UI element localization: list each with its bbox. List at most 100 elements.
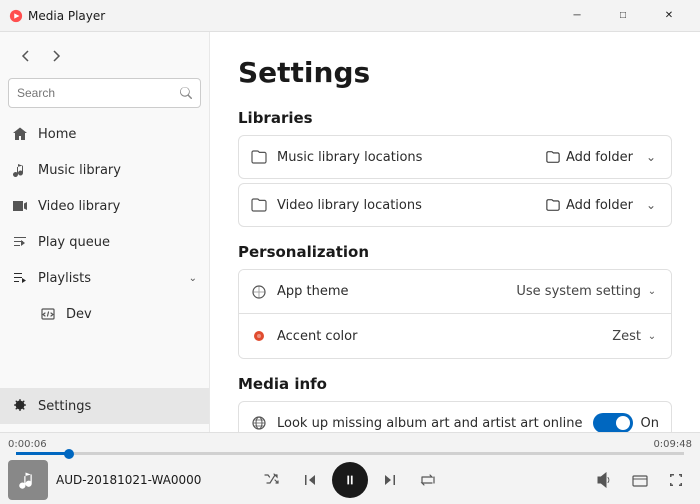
forward-button[interactable] <box>42 42 70 70</box>
app-theme-icon <box>251 284 267 300</box>
volume-icon <box>596 472 612 488</box>
play-pause-button[interactable] <box>332 462 368 498</box>
app-theme-row[interactable]: App theme Use system setting ⌄ <box>239 270 671 314</box>
fullscreen-icon <box>668 472 684 488</box>
app-theme-value-button[interactable]: Use system setting ⌄ <box>516 284 659 299</box>
video-library-locations-icon <box>251 197 267 213</box>
music-library-locations-icon <box>251 149 267 165</box>
titlebar: Media Player ─ □ ✕ <box>0 0 700 32</box>
album-art-toggle[interactable] <box>593 413 633 432</box>
personalization-rows: App theme Use system setting ⌄ Accent co… <box>238 269 672 359</box>
sidebar-item-settings[interactable]: Settings <box>0 388 209 424</box>
app-theme-chevron-icon: ⌄ <box>645 285 659 299</box>
sidebar-item-dev-label: Dev <box>66 307 92 322</box>
sidebar-item-playlists-label: Playlists <box>38 271 91 286</box>
accent-color-icon <box>251 328 267 344</box>
progress-section[interactable]: 0:00:06 0:09:48 <box>0 439 700 455</box>
repeat-button[interactable] <box>412 464 444 496</box>
app-icon <box>8 8 24 24</box>
video-library-locations-label: Video library locations <box>277 198 536 213</box>
accent-color-value-button[interactable]: Zest ⌄ <box>612 329 659 344</box>
maximize-button[interactable]: □ <box>600 0 646 32</box>
shuffle-icon <box>264 472 280 488</box>
minimize-button[interactable]: ─ <box>554 0 600 32</box>
main-container: Home Music library Video library Play qu… <box>0 32 700 432</box>
album-art-row: Look up missing album art and artist art… <box>238 401 672 432</box>
dev-icon <box>40 306 56 322</box>
sidebar: Home Music library Video library Play qu… <box>0 32 210 432</box>
pause-icon <box>343 473 357 487</box>
search-icon <box>180 87 192 99</box>
now-playing-bar: 0:00:06 0:09:48 AUD-20181021-WA0000 <box>0 432 700 504</box>
music-library-icon <box>12 162 28 178</box>
next-icon <box>382 472 398 488</box>
album-art-label: Look up missing album art and artist art… <box>277 416 583 431</box>
search-bar[interactable] <box>8 78 201 108</box>
progress-dot <box>64 449 74 459</box>
sidebar-item-play-queue[interactable]: Play queue <box>0 224 209 260</box>
video-library-icon <box>12 198 28 214</box>
back-button[interactable] <box>12 42 40 70</box>
sidebar-item-video-library[interactable]: Video library <box>0 188 209 224</box>
playlists-icon <box>12 270 28 286</box>
video-library-locations-row[interactable]: Video library locations Add folder ⌄ <box>238 183 672 227</box>
music-library-locations-label: Music library locations <box>277 150 536 165</box>
app-theme-label: App theme <box>277 284 506 299</box>
next-button[interactable] <box>374 464 406 496</box>
window-controls: ─ □ ✕ <box>554 0 692 32</box>
accent-color-chevron-icon: ⌄ <box>645 329 659 343</box>
globe-icon <box>251 415 267 431</box>
video-add-folder-button[interactable]: Add folder <box>546 198 633 213</box>
mini-player-button[interactable] <box>624 464 656 496</box>
sidebar-item-dev[interactable]: Dev <box>0 296 209 332</box>
playback-controls <box>234 462 467 498</box>
video-add-folder-icon <box>546 198 560 212</box>
settings-icon <box>12 398 28 414</box>
personalization-section-title: Personalization <box>238 243 672 261</box>
shuffle-button[interactable] <box>256 464 288 496</box>
progress-bar-fill <box>16 452 69 455</box>
sidebar-item-playlists[interactable]: Playlists ⌄ <box>0 260 209 296</box>
window-title: Media Player <box>28 9 554 23</box>
time-remaining: 0:09:48 <box>653 439 692 450</box>
album-art-toggle-wrap[interactable]: On <box>593 413 659 432</box>
right-controls <box>466 464 692 496</box>
previous-button[interactable] <box>294 464 326 496</box>
sidebar-item-play-queue-label: Play queue <box>38 235 110 250</box>
settings-content: Settings Libraries Music library locatio… <box>210 32 700 432</box>
music-add-folder-button[interactable]: Add folder <box>546 150 633 165</box>
track-thumbnail <box>8 460 48 500</box>
album-art-toggle-label: On <box>641 416 659 431</box>
sidebar-item-home-label: Home <box>38 127 76 142</box>
play-queue-icon <box>12 234 28 250</box>
repeat-icon <box>420 472 436 488</box>
mini-player-icon <box>632 472 648 488</box>
home-icon <box>12 126 28 142</box>
volume-button[interactable] <box>588 464 620 496</box>
fullscreen-button[interactable] <box>660 464 692 496</box>
video-library-chevron-icon[interactable]: ⌄ <box>643 197 659 213</box>
search-input[interactable] <box>17 86 174 100</box>
accent-color-row[interactable]: Accent color Zest ⌄ <box>239 314 671 358</box>
music-add-folder-label: Add folder <box>566 150 633 165</box>
add-folder-icon <box>546 150 560 164</box>
close-button[interactable]: ✕ <box>646 0 692 32</box>
music-library-locations-row[interactable]: Music library locations Add folder ⌄ <box>238 135 672 179</box>
sidebar-settings-label: Settings <box>38 399 91 414</box>
sidebar-bottom: Settings <box>0 388 209 424</box>
music-library-chevron-icon[interactable]: ⌄ <box>643 149 659 165</box>
toggle-thumb <box>616 416 630 430</box>
music-note-icon <box>18 470 38 490</box>
playlists-chevron-icon: ⌄ <box>189 273 197 284</box>
progress-bar[interactable] <box>16 452 684 455</box>
accent-color-value: Zest <box>612 329 641 344</box>
sidebar-item-home[interactable]: Home <box>0 116 209 152</box>
sidebar-item-music-library[interactable]: Music library <box>0 152 209 188</box>
sidebar-item-video-library-label: Video library <box>38 199 120 214</box>
video-add-folder-label: Add folder <box>566 198 633 213</box>
time-elapsed: 0:00:06 <box>8 439 47 450</box>
track-title: AUD-20181021-WA0000 <box>56 473 201 487</box>
media-info-section-title: Media info <box>238 375 672 393</box>
track-info: AUD-20181021-WA0000 <box>8 460 234 500</box>
nav-buttons <box>0 40 209 72</box>
